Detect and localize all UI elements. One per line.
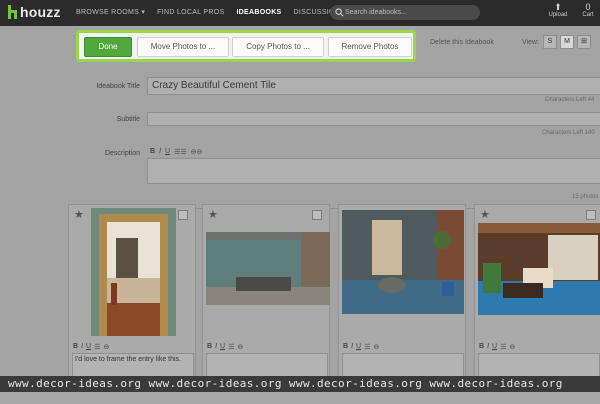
select-checkbox[interactable] xyxy=(312,210,322,220)
edit-toolbar: Done Move Photos to ... Copy Photos to .… xyxy=(76,30,416,62)
cart-icon: 0 xyxy=(585,2,591,12)
description-label: Description xyxy=(104,150,140,157)
photo-comment-input[interactable]: I'd love to frame the entry like this. xyxy=(72,353,194,377)
italic-icon[interactable]: I xyxy=(487,343,489,351)
photo-comment-input[interactable] xyxy=(342,353,464,377)
remove-photos-button[interactable]: Remove Photos xyxy=(328,37,412,57)
photo-card-2: ★ B I U ☰ ⊖ xyxy=(202,204,330,404)
nav-find-local-pros[interactable]: FIND LOCAL PROS xyxy=(151,0,230,26)
photo-image[interactable] xyxy=(342,210,464,314)
photo-image[interactable] xyxy=(206,232,330,305)
view-grid-button[interactable]: ⊞ xyxy=(577,35,591,49)
nav-ideabooks[interactable]: IDEABOOKS xyxy=(230,0,287,26)
comment-format-toolbar: B I U ☰ ⊖ xyxy=(343,343,379,351)
link-icon[interactable]: ⊖ xyxy=(103,343,109,351)
description-input[interactable] xyxy=(147,158,600,184)
list-icon[interactable]: ☰ xyxy=(94,343,100,351)
underline-icon[interactable]: U xyxy=(165,148,170,156)
subtitle-characters-left: Characters Left 140 xyxy=(542,130,595,136)
underline-icon[interactable]: U xyxy=(356,343,361,351)
italic-icon[interactable]: I xyxy=(351,343,353,351)
link-icon[interactable]: ⊖ xyxy=(373,343,379,351)
photo-image[interactable] xyxy=(478,223,600,315)
description-format-toolbar: B I U ☰☰ ⊖⊖ xyxy=(150,148,202,156)
bold-icon[interactable]: B xyxy=(343,343,348,351)
upload-button[interactable]: ⬆ Upload xyxy=(546,2,570,18)
delete-ideabook-link[interactable]: Delete this Ideabook xyxy=(430,39,494,46)
ideabook-title-input[interactable]: Crazy Beautiful Cement Tile xyxy=(147,77,600,95)
photo-card-4: ★ B I U ☰ ⊖ xyxy=(474,204,600,404)
photo-comment-input[interactable] xyxy=(206,353,328,377)
houzz-logo[interactable]: houzz xyxy=(8,4,61,20)
list-icon[interactable]: ☰ xyxy=(364,343,370,351)
top-nav-bar: houzz BROWSE ROOMS ▾ FIND LOCAL PROS IDE… xyxy=(0,0,600,26)
subtitle-input[interactable] xyxy=(147,112,600,126)
view-small-button[interactable]: S xyxy=(543,35,557,49)
logo-text: houzz xyxy=(20,4,61,20)
move-photos-button[interactable]: Move Photos to ... xyxy=(137,37,229,57)
photo-card-1: ★ B I U ☰ ⊖ I'd love to frame the entry like… xyxy=(68,204,196,404)
link-icon[interactable]: ⊖⊖ xyxy=(191,148,203,156)
bold-icon[interactable]: B xyxy=(479,343,484,351)
search-icon xyxy=(335,8,344,17)
upload-label: Upload xyxy=(548,12,568,18)
comment-format-toolbar: B I U ☰ ⊖ xyxy=(73,343,109,351)
view-medium-button[interactable]: M xyxy=(560,35,574,49)
nav-browse-rooms[interactable]: BROWSE ROOMS ▾ xyxy=(70,0,151,26)
photo-count: 15 photos xyxy=(572,194,599,200)
italic-icon[interactable]: I xyxy=(81,343,83,351)
search-placeholder: Search ideabooks... xyxy=(345,9,407,16)
italic-icon[interactable]: I xyxy=(215,343,217,351)
link-icon[interactable]: ⊖ xyxy=(237,343,243,351)
cart-button[interactable]: 0 Cart xyxy=(576,2,600,18)
photo-comment-input[interactable] xyxy=(478,353,600,377)
star-icon[interactable]: ★ xyxy=(208,208,218,221)
bold-icon[interactable]: B xyxy=(150,148,155,156)
comment-format-toolbar: B I U ☰ ⊖ xyxy=(207,343,243,351)
houzz-logo-icon xyxy=(8,5,17,19)
select-checkbox[interactable] xyxy=(178,210,188,220)
list-icon[interactable]: ☰☰ xyxy=(174,148,187,156)
link-icon[interactable]: ⊖ xyxy=(509,343,515,351)
photo-card-3: ★ BIU☰⊖ xyxy=(338,204,466,404)
underline-icon[interactable]: U xyxy=(220,343,225,351)
cart-label: Cart xyxy=(582,12,594,18)
list-icon[interactable]: ☰ xyxy=(500,343,506,351)
watermark-text: www.decor-ideas.org www.decor-ideas.org … xyxy=(0,376,600,392)
upload-icon: ⬆ xyxy=(554,2,562,12)
select-checkbox[interactable] xyxy=(586,210,596,220)
copy-photos-button[interactable]: Copy Photos to ... xyxy=(232,37,324,57)
view-label: View: xyxy=(522,39,539,46)
title-characters-left: Characters Left 44 xyxy=(545,97,595,103)
main-nav: BROWSE ROOMS ▾ FIND LOCAL PROS IDEABOOKS… xyxy=(70,0,351,26)
search-input[interactable]: Search ideabooks... xyxy=(330,5,480,20)
underline-icon[interactable]: U xyxy=(492,343,497,351)
italic-icon[interactable]: I xyxy=(159,148,161,156)
star-icon[interactable]: ★ xyxy=(480,208,490,221)
done-button[interactable]: Done xyxy=(84,37,132,57)
comment-format-toolbar: B I U ☰ ⊖ xyxy=(479,343,515,351)
ideabook-title-label: Ideabook Title xyxy=(96,83,140,90)
bold-icon[interactable]: B xyxy=(73,343,78,351)
bold-icon[interactable]: B xyxy=(207,343,212,351)
list-icon[interactable]: ☰ xyxy=(228,343,234,351)
underline-icon[interactable]: U xyxy=(86,343,91,351)
subtitle-label: Subtitle xyxy=(116,116,140,123)
star-icon[interactable]: ★ xyxy=(74,208,84,221)
photo-image[interactable] xyxy=(91,208,176,336)
bottom-strip xyxy=(0,392,600,404)
